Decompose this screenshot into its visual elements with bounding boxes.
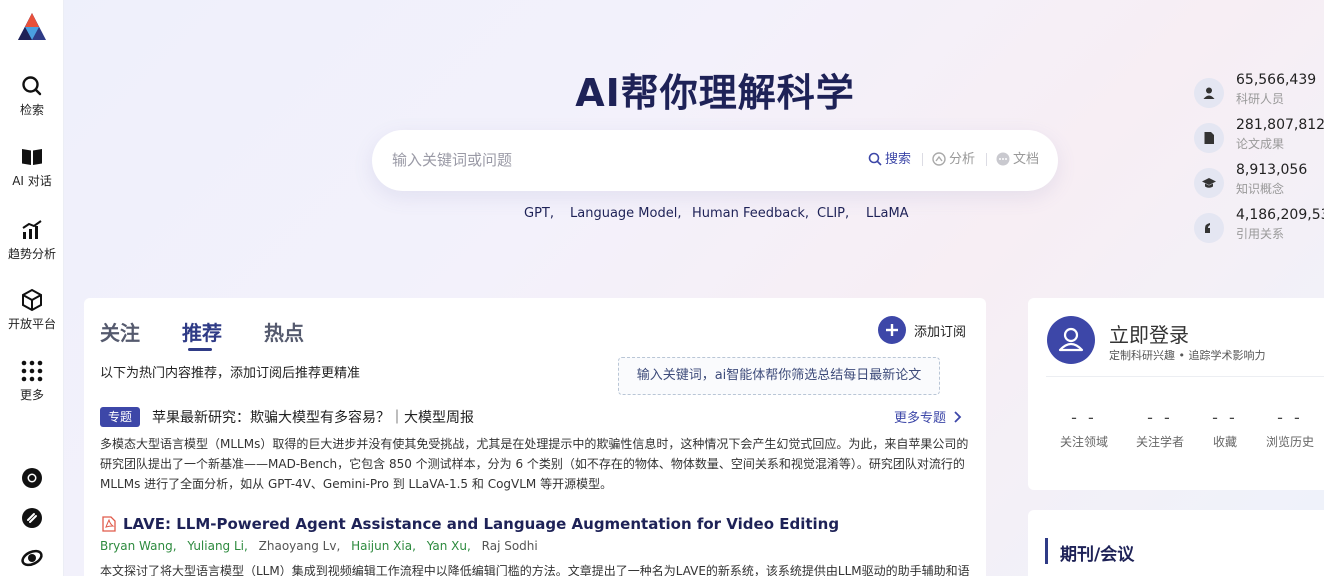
sidebar-item-open-platform[interactable]: 开放平台 xyxy=(0,288,64,332)
chevron-right-icon xyxy=(954,411,962,423)
docs-button-label: 文档 xyxy=(1013,152,1040,167)
more-topics-label: 更多专题 xyxy=(894,411,947,426)
stat-label: 科研人员 xyxy=(1236,92,1285,106)
search-box: 搜索 分析 文档 xyxy=(372,130,1058,191)
stat-researchers: 65,566,439 科研人员 xyxy=(1194,72,1324,114)
stat-concepts: 8,913,056 知识概念 xyxy=(1194,162,1324,204)
stat-label: 论文成果 xyxy=(1236,137,1285,151)
topic-badge: 专题 xyxy=(100,407,140,427)
sidebar-item-ai-chat[interactable]: AI 对话 xyxy=(0,145,64,189)
link-icon[interactable] xyxy=(20,506,44,530)
pdf-icon[interactable] xyxy=(102,516,116,532)
analyze-icon xyxy=(932,152,946,166)
login-card: 立即登录 定制科研兴趣 • 追踪学术影响力 - - 关注领域 - - 关注学者 … xyxy=(1028,298,1324,490)
add-subscription-label: 添加订阅 xyxy=(914,325,967,340)
active-tab-indicator xyxy=(188,348,212,351)
journal-title: 期刊/会议 xyxy=(1060,545,1135,565)
keyword-link[interactable]: LLaMA xyxy=(866,206,909,221)
sidebar-item-label: 开放平台 xyxy=(7,317,56,331)
stat-label: 引用关系 xyxy=(1236,227,1285,241)
keyword-link[interactable]: Language Model, xyxy=(570,206,681,221)
search-button[interactable]: 搜索 xyxy=(868,151,911,169)
search-input[interactable] xyxy=(392,144,852,176)
author-link[interactable]: Bryan Wang, xyxy=(100,539,177,553)
author-link[interactable]: Yan Xu, xyxy=(427,539,471,553)
tab-follow[interactable]: 关注 xyxy=(100,317,140,346)
person-icon xyxy=(1203,87,1215,99)
tab-hot[interactable]: 热点 xyxy=(264,317,304,346)
tab-recommend[interactable]: 推荐 xyxy=(182,317,222,346)
sidebar-item-label: 趋势分析 xyxy=(7,247,56,261)
section-accent-bar xyxy=(1045,538,1048,564)
paper-title[interactable]: LAVE: LLM-Powered Agent Assistance and L… xyxy=(123,515,839,533)
sidebar-item-more[interactable]: 更多 xyxy=(0,359,64,403)
analyze-button[interactable]: 分析 xyxy=(932,151,975,169)
paper-authors: Bryan Wang, Yuliang Li, Zhaoyang Lv, Hai… xyxy=(100,539,545,553)
docs-button[interactable]: 文档 xyxy=(996,151,1039,169)
subscription-hint[interactable]: 输入关键词，ai智能体帮你筛选总结每日最新论文 xyxy=(618,357,940,395)
keyword-link[interactable]: CLIP, xyxy=(817,206,849,221)
paper-abstract: 本文探讨了将大型语言模型（LLM）集成到视频编辑工作流程中以降低编辑门槛的方法。… xyxy=(100,564,970,576)
author-link[interactable]: Raj Sodhi xyxy=(482,539,538,553)
search-icon xyxy=(868,152,882,166)
user-stat-fields[interactable]: - - 关注领域 xyxy=(1044,408,1124,450)
stat-papers: 281,807,812 论文成果 xyxy=(1194,117,1324,159)
author-link[interactable]: Yuliang Li, xyxy=(187,539,247,553)
analyze-button-label: 分析 xyxy=(949,152,976,167)
book-icon xyxy=(22,149,42,165)
user-stat-label: 浏览历史 xyxy=(1265,435,1314,449)
search-button-label: 搜索 xyxy=(885,152,912,167)
topic-summary: 多模态大型语言模型（MLLMs）取得的巨大进步并没有使其免受挑战，尤其是在处理提… xyxy=(100,437,969,491)
topic-title[interactable]: 苹果最新研究：欺骗大模型有多容易？｜大模型周报 xyxy=(152,407,474,427)
author-link[interactable]: Haijun Xia, xyxy=(351,539,416,553)
keyword-link[interactable]: Human Feedback, xyxy=(692,206,809,221)
stat-citations: 4,186,209,538 引用关系 xyxy=(1194,207,1324,249)
user-icon xyxy=(1058,327,1084,352)
stat-value: 4,186,209,538 xyxy=(1236,207,1324,223)
divider xyxy=(922,153,923,166)
document-icon xyxy=(1204,132,1214,144)
keyword-link[interactable]: GPT, xyxy=(524,206,554,221)
author-link[interactable]: Zhaoyang Lv, xyxy=(259,539,341,553)
recommend-note: 以下为热门内容推荐，添加订阅后推荐更精准 xyxy=(100,366,361,381)
feed-card: 关注 推荐 热点 以下为热门内容推荐，添加订阅后推荐更精准 添加订阅 输入关键词… xyxy=(84,298,986,576)
avatar[interactable] xyxy=(1047,316,1095,364)
stat-value: 65,566,439 xyxy=(1236,72,1317,88)
chrome-icon[interactable] xyxy=(20,466,44,490)
graduation-cap-icon xyxy=(1202,178,1216,188)
login-subtitle: 定制科研兴趣 • 追踪学术影响力 xyxy=(1109,349,1266,362)
user-stat-value: - - xyxy=(1277,408,1303,427)
user-stat-value: - - xyxy=(1071,408,1097,427)
stat-value: 281,807,812 xyxy=(1236,117,1324,133)
quote-icon xyxy=(1205,223,1210,233)
cube-icon xyxy=(22,288,42,312)
journal-card: 期刊/会议 xyxy=(1028,510,1324,576)
user-stat-history[interactable]: - - 浏览历史 xyxy=(1250,408,1324,450)
more-topics-link[interactable]: 更多专题 xyxy=(894,407,962,426)
trend-chart-icon xyxy=(22,220,42,239)
page-title: AI帮你理解科学 xyxy=(575,71,855,115)
grid-dots-icon xyxy=(21,360,43,382)
stat-label: 知识概念 xyxy=(1236,182,1285,196)
sidebar-item-label: 更多 xyxy=(19,388,44,402)
plus-icon xyxy=(886,324,898,336)
stat-value: 8,913,056 xyxy=(1236,162,1308,178)
login-button[interactable]: 立即登录 xyxy=(1109,319,1189,348)
logo-icon[interactable] xyxy=(16,11,48,43)
docs-icon xyxy=(996,152,1010,166)
divider xyxy=(1046,376,1324,377)
sidebar-item-trend[interactable]: 趋势分析 xyxy=(0,218,64,262)
divider xyxy=(986,153,987,166)
user-stat-label: 关注领域 xyxy=(1059,435,1108,449)
sidebar-item-label: AI 对话 xyxy=(12,174,52,188)
orbit-icon[interactable] xyxy=(20,546,44,570)
